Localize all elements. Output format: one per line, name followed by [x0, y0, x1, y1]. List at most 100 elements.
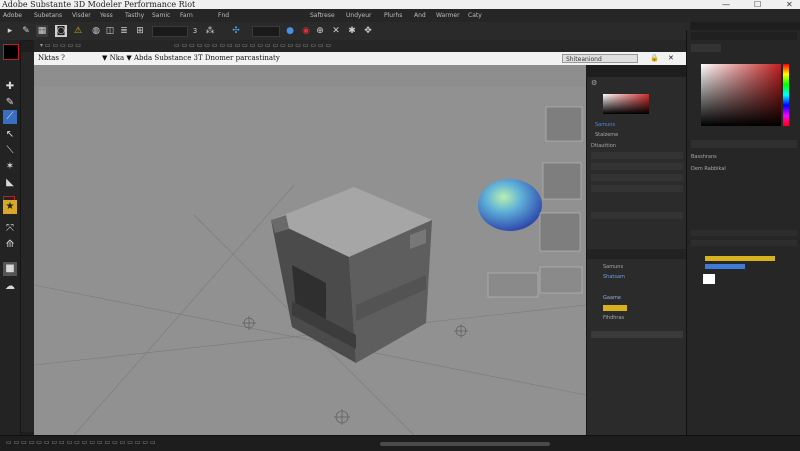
- status-bar: ▭ ▭ ▭ ▭ ▭ ▭ ▭ ▭ ▭ ▭ ▭ ▭ ▭ ▭ ▭ ▭ ▭ ▭ ▭ ▭: [0, 435, 800, 451]
- close-button[interactable]: ✕: [786, 0, 793, 9]
- menu-item-yess[interactable]: Yess: [100, 9, 113, 22]
- menu-item-file[interactable]: Subetans: [34, 9, 62, 22]
- main-toolbar: ▸ ✎ ▦ ◙ ⚠ ◍ ◫ ≣ ⊞ 3 ⁂ ✣ ● ◉ ⊕ ✕ ✱ ✥: [0, 22, 690, 41]
- nodes-icon[interactable]: ⁂: [204, 25, 216, 37]
- channel-row[interactable]: [691, 240, 797, 246]
- channel-slider-blue[interactable]: [705, 264, 745, 269]
- brush-size-field[interactable]: [152, 26, 188, 37]
- property-row[interactable]: [591, 152, 683, 159]
- warning-icon[interactable]: ⚠: [72, 25, 84, 37]
- option-icon[interactable]: ▾ ▭ ▭ ▭ ▭ ▭: [40, 42, 81, 49]
- row-label-samuns: Samuns: [595, 122, 616, 128]
- sphere-icon[interactable]: ◍: [90, 25, 102, 37]
- menu-item-and[interactable]: And: [414, 9, 426, 22]
- menu-item-view[interactable]: Visder: [72, 9, 91, 22]
- viewport-close-icon[interactable]: ✕: [668, 52, 674, 65]
- symmetry-icon[interactable]: ✕: [330, 25, 342, 37]
- layers-icon[interactable]: ≣: [118, 25, 130, 37]
- menu-item-warmer[interactable]: Warmer: [436, 9, 460, 22]
- hue-slider[interactable]: [783, 64, 789, 126]
- transform-icon[interactable]: ✣: [230, 25, 242, 37]
- menu-item-samic[interactable]: Samic: [152, 9, 170, 22]
- transform-field[interactable]: [252, 26, 280, 37]
- menu-item-plurhs[interactable]: Plurhs: [384, 9, 402, 22]
- layer-label-2[interactable]: Gaame: [603, 295, 621, 301]
- property-row[interactable]: [591, 185, 683, 192]
- move-tool-icon[interactable]: ✚: [3, 80, 17, 94]
- layers-header: [587, 249, 687, 259]
- left-tool-column: ✚ ✎ ⟋ ↖ ⟍ ✶ ◣ ★ ⤧ ⟰ ■ ☁: [0, 40, 21, 450]
- menu-item-tasthy[interactable]: Tasthy: [125, 9, 144, 22]
- blue-sphere-icon[interactable]: ●: [284, 25, 296, 37]
- menu-item-caty[interactable]: Caty: [468, 9, 482, 22]
- panel2-label-1: Dem Rabbikal: [691, 166, 726, 172]
- preview-sphere: [478, 179, 542, 231]
- cloud-tool-icon[interactable]: ☁: [3, 280, 17, 294]
- channel-row[interactable]: [691, 230, 797, 236]
- color-panel: Basshrans Dem Rabbikal: [686, 30, 800, 450]
- property-row[interactable]: [591, 212, 683, 219]
- stack-icon[interactable]: ⊞: [134, 25, 146, 37]
- layer-row[interactable]: [591, 331, 683, 338]
- minimize-button[interactable]: —: [722, 0, 730, 9]
- grid-icon[interactable]: ▦: [36, 25, 48, 37]
- left-secondary-column: [21, 52, 34, 432]
- layer-label-0[interactable]: Samuns: [603, 264, 623, 270]
- pen-tool-icon[interactable]: ✎: [3, 96, 17, 110]
- layer-label-1[interactable]: Shatsam: [603, 274, 625, 280]
- zoom-value: 3: [192, 27, 198, 35]
- lock-icon[interactable]: 🔒: [650, 52, 659, 65]
- viewport-tab-1[interactable]: Nktas ?: [38, 52, 65, 65]
- cube-icon[interactable]: ◫: [104, 25, 116, 37]
- clone-tool-icon[interactable]: ⤧: [3, 222, 17, 236]
- gear-icon[interactable]: ✱: [346, 25, 358, 37]
- row-label-dtiauttion: Dtiauttion: [591, 143, 616, 149]
- panel-gear-icon[interactable]: ⚙: [591, 79, 601, 87]
- horizontal-scrollbar[interactable]: [380, 442, 550, 446]
- select-icon[interactable]: ▸: [4, 25, 16, 37]
- smudge-tool-icon[interactable]: ⟰: [3, 238, 17, 252]
- color-picker-field[interactable]: [701, 64, 781, 126]
- color-panel-tab[interactable]: [691, 44, 721, 52]
- menu-item-farn[interactable]: Farn: [180, 9, 193, 22]
- brush-icon[interactable]: ✎: [20, 25, 32, 37]
- star-tool-icon[interactable]: ★: [3, 200, 17, 214]
- layer-label-4[interactable]: Fihdhras: [603, 315, 624, 321]
- viewport-scene: [34, 65, 586, 435]
- snap-icon[interactable]: ⊕: [314, 25, 326, 37]
- menu-bar: Adobe Subetans Visder Yess Tasthy Samic …: [0, 9, 800, 22]
- row-label-stalzeme: Stalzeme: [595, 132, 619, 138]
- property-row[interactable]: [591, 174, 683, 181]
- color-panel-header: [691, 32, 797, 40]
- viewport-dropdown[interactable]: Shiteaniond: [562, 54, 638, 63]
- 3d-viewport[interactable]: [34, 65, 586, 435]
- menu-item-undyeur[interactable]: Undyeur: [346, 9, 372, 22]
- move-icon[interactable]: ✥: [362, 25, 374, 37]
- menu-item-adobe[interactable]: Adobe: [3, 9, 22, 22]
- color-slider-row[interactable]: [691, 140, 797, 148]
- menu-item-saftrese[interactable]: Saftrese: [310, 9, 335, 22]
- file-icon[interactable]: ◙: [55, 25, 67, 37]
- viewport-header: Nktas ? ▼ Nka ▼ Abda Substance 3T Dnomer…: [34, 52, 690, 65]
- panel2-label-0: Basshrans: [691, 154, 717, 160]
- status-icons: ▭ ▭ ▭ ▭ ▭ ▭ ▭ ▭ ▭ ▭ ▭ ▭ ▭ ▭ ▭ ▭ ▭ ▭ ▭ ▭: [6, 439, 156, 446]
- option-strip: ▭ ▭ ▭ ▭ ▭ ▭ ▭ ▭ ▭ ▭ ▭ ▭ ▭ ▭ ▭ ▭ ▭ ▭ ▭ ▭ …: [174, 42, 332, 49]
- viewport-tab-2[interactable]: ▼ Nka ▼ Abda Substance 3T Dnomer parcast…: [102, 52, 280, 65]
- square-tool-icon[interactable]: ■: [3, 262, 17, 276]
- shape-tool-icon[interactable]: ◣: [3, 176, 17, 190]
- select-tool-icon[interactable]: ↖: [3, 128, 17, 142]
- line-tool-icon[interactable]: ⟍: [3, 144, 17, 158]
- scatter-tool-icon[interactable]: ✶: [3, 160, 17, 174]
- property-row[interactable]: [591, 163, 683, 170]
- toolbar-spacer: [380, 26, 682, 37]
- menu-item-fnd[interactable]: Fnd: [218, 9, 229, 22]
- maximize-button[interactable]: ☐: [754, 0, 761, 9]
- brush-tool-icon[interactable]: ⟋: [3, 110, 17, 124]
- texture-thumb[interactable]: [703, 274, 715, 284]
- layer-highlight[interactable]: [603, 305, 627, 311]
- color-preview-small[interactable]: [603, 94, 649, 114]
- channel-slider-yellow[interactable]: [705, 256, 775, 261]
- window-title: Adobe Substante 3D Modeler Performance R…: [2, 0, 196, 9]
- color-swatch[interactable]: [3, 44, 19, 60]
- record-icon[interactable]: ◉: [300, 25, 312, 37]
